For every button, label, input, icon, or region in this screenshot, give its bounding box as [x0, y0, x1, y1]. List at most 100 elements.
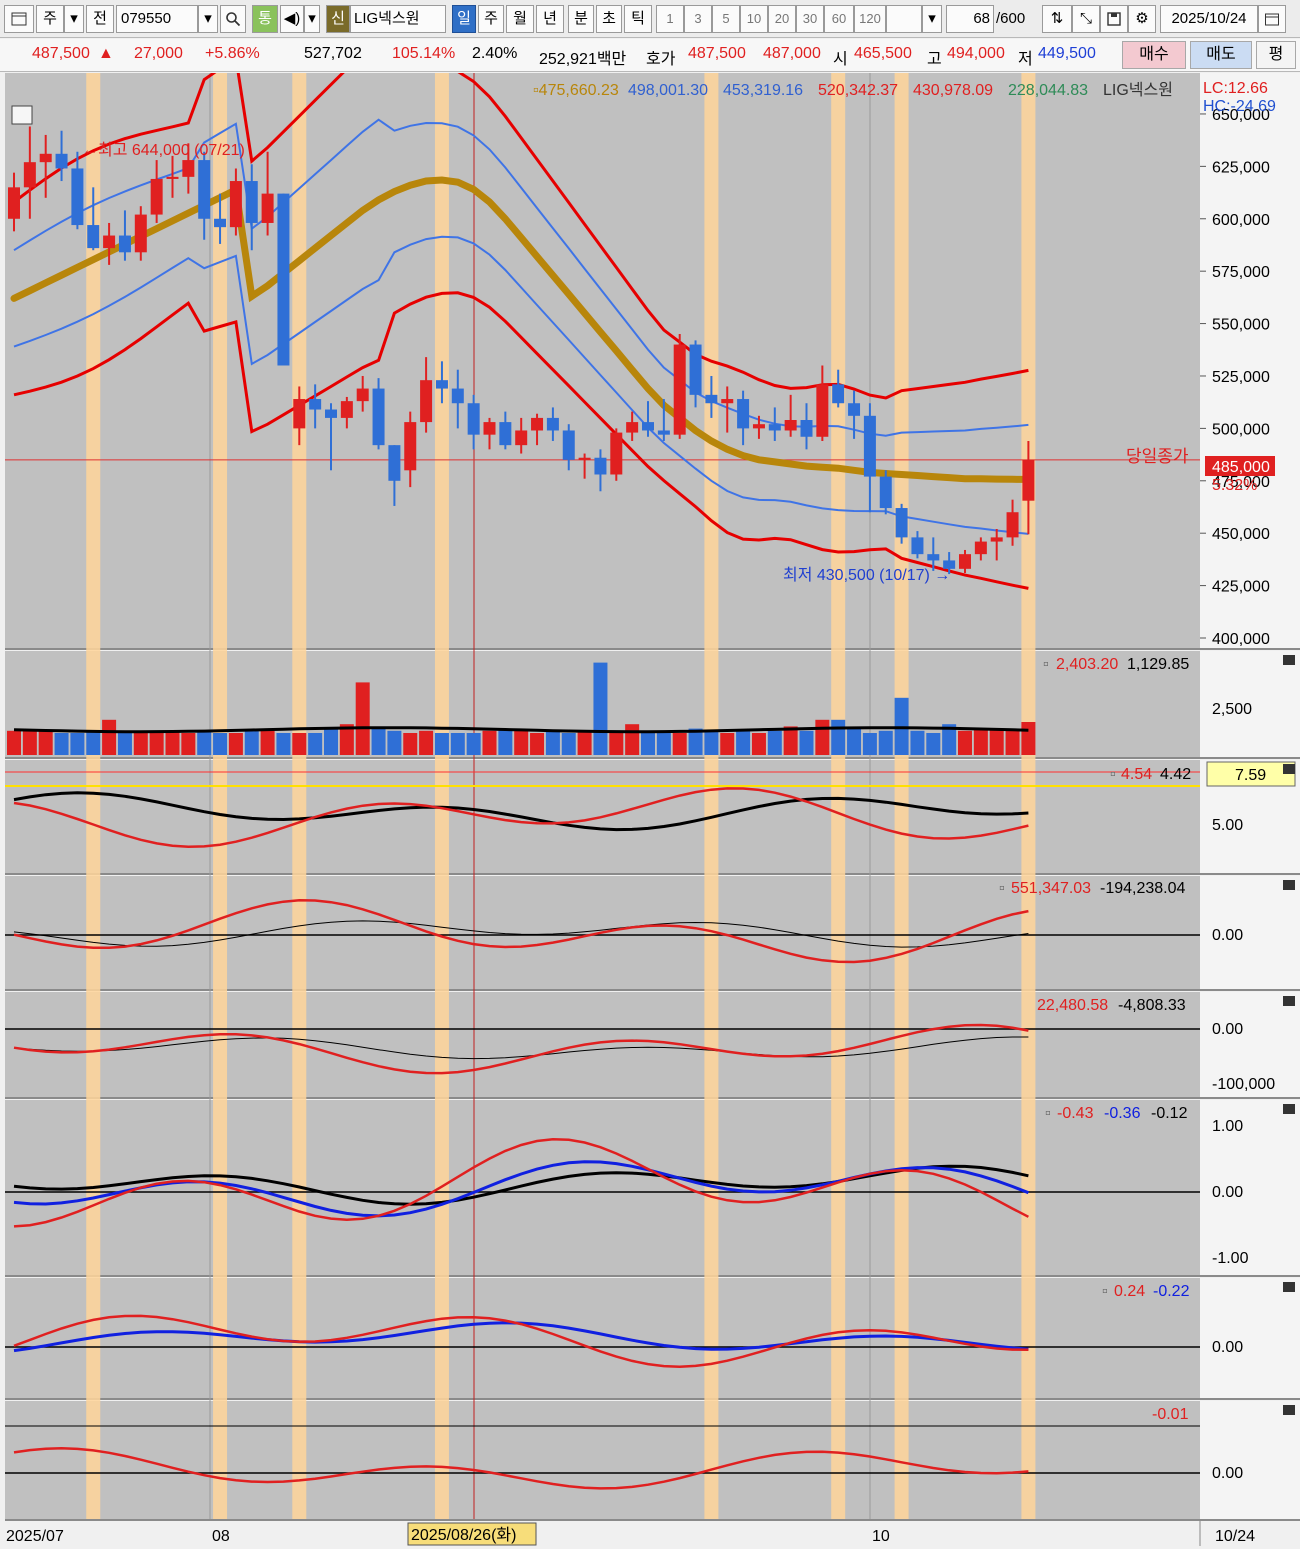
interval-30[interactable]: 30 [796, 5, 824, 33]
volume-bar [403, 733, 418, 755]
volume-bar [22, 730, 37, 755]
date-input[interactable]: 2025/10/24 [1160, 5, 1258, 33]
interval-60[interactable]: 60 [824, 5, 854, 33]
volume-bar [228, 733, 243, 755]
volume-bar [355, 682, 370, 755]
candle-body [594, 457, 607, 475]
panel-ind5[interactable] [5, 1278, 1200, 1398]
change-arrow: ▲ [98, 45, 114, 62]
panel-ind3[interactable] [5, 992, 1200, 1097]
avg-button[interactable]: 평 [1256, 41, 1296, 69]
candle-body [515, 430, 528, 446]
interval-1[interactable]: 1 [656, 5, 684, 33]
code-input[interactable]: 079550 [116, 5, 198, 33]
save-icon[interactable] [1100, 5, 1128, 33]
tong-button[interactable]: 통 [252, 5, 278, 33]
candle-body [737, 399, 750, 429]
interval-3[interactable]: 3 [684, 5, 712, 33]
candle-body [546, 417, 559, 431]
panel-main[interactable] [5, 73, 1200, 648]
ind1-legend-b: 4.42 [1160, 766, 1191, 783]
panel-close-icon[interactable] [1283, 996, 1295, 1006]
lc-label: LC:12.66 [1203, 80, 1268, 97]
period-year[interactable]: 년 [536, 5, 564, 33]
buy-button[interactable]: 매수 [1122, 41, 1186, 69]
y-axis-label: 0.00 [1212, 1465, 1243, 1482]
ind2-legend-b: -194,238.04 [1100, 880, 1186, 897]
period-tick[interactable]: 틱 [624, 5, 652, 33]
code-dropdown-icon[interactable]: ▾ [198, 5, 218, 33]
chart-area[interactable]: 650,000 625,000 600,000 575,000 550,000 525,0… [0, 37, 1300, 1546]
speaker-dropdown-icon[interactable]: ▾ [304, 5, 320, 33]
panel-close-icon[interactable] [1283, 1104, 1295, 1114]
volume-bar [736, 730, 751, 755]
candle-body [198, 160, 211, 219]
interval-10[interactable]: 10 [740, 5, 768, 33]
volume-bar [133, 733, 148, 755]
volume-bar [371, 728, 386, 755]
candle-body [800, 420, 813, 437]
interval-20[interactable]: 20 [768, 5, 796, 33]
hc-label: HC:-24.69 [1203, 98, 1276, 115]
volume-legend-b: 1,129.85 [1127, 656, 1189, 673]
gear-icon[interactable]: ⚙ [1128, 5, 1156, 33]
volume-bar [672, 733, 687, 755]
candle-body [689, 344, 702, 395]
market-dropdown-icon[interactable]: ▾ [64, 5, 84, 33]
volume-bar [149, 733, 164, 755]
low-price: 449,500 [1038, 45, 1096, 62]
period-minute[interactable]: 분 [568, 5, 594, 33]
panel-close-icon[interactable] [1283, 1282, 1295, 1292]
volume-bar [625, 724, 640, 755]
y-axis-label: 425,000 [1212, 579, 1270, 596]
candle-body [372, 388, 385, 446]
panel-ind4[interactable] [5, 1100, 1200, 1275]
volume-bar [514, 730, 529, 755]
volume-bar [783, 726, 798, 755]
chart-tool-icon[interactable]: ⤡ [1072, 5, 1100, 33]
open-label: 시 [833, 51, 848, 68]
candle-body [103, 235, 116, 249]
low-label: 저 [1018, 51, 1033, 68]
period-week[interactable]: 주 [478, 5, 504, 33]
calendar-icon[interactable] [1258, 5, 1286, 33]
period-month[interactable]: 월 [506, 5, 534, 33]
volume-bar [1005, 730, 1020, 755]
ind4-legend-a: -0.43 [1057, 1105, 1094, 1122]
prev-select[interactable]: 전 [86, 5, 114, 33]
candle-body [483, 422, 496, 435]
market-select[interactable]: 주 [36, 5, 64, 33]
search-icon[interactable] [220, 5, 246, 33]
panel-close-icon[interactable] [1283, 764, 1295, 774]
stock-name[interactable]: LIG넥스원 [350, 5, 446, 33]
candle-body [293, 399, 306, 429]
chart-compare-icon[interactable]: ⇅ [1042, 5, 1072, 33]
period-second[interactable]: 초 [596, 5, 622, 33]
main-legend-item: 453,319.16 [723, 82, 803, 99]
panel-close-icon[interactable] [1283, 1405, 1295, 1415]
candle-body [927, 554, 940, 561]
speaker-icon[interactable]: ◀) [280, 5, 304, 33]
legend-marker: ▫ [999, 880, 1005, 897]
period-day[interactable]: 일 [452, 5, 476, 33]
candle-body [832, 384, 845, 404]
candle-body [721, 399, 734, 404]
quote-bar: 487,500 ▲ 27,000 +5.86% 527,702 105.14% … [0, 39, 1300, 72]
panel-close-icon[interactable] [1283, 655, 1295, 665]
candle-body [55, 153, 68, 169]
interval-5[interactable]: 5 [712, 5, 740, 33]
sell-button[interactable]: 매도 [1190, 41, 1252, 69]
min-annotation: 최저 430,500 (10/17) → [783, 566, 950, 584]
interval-120[interactable]: 120 [854, 5, 886, 33]
y-axis-label: 0.00 [1212, 1021, 1243, 1038]
candle-body [261, 193, 274, 223]
candle-body [150, 178, 163, 215]
window-icon[interactable] [4, 5, 34, 33]
panel-close-icon[interactable] [1283, 880, 1295, 890]
interval-custom[interactable] [886, 5, 922, 33]
interval-dropdown-icon[interactable]: ▾ [922, 5, 942, 33]
count-input[interactable]: 68 [946, 5, 994, 33]
grid-toggle-icon[interactable] [11, 105, 33, 125]
panel-ind6[interactable] [5, 1401, 1200, 1519]
price-change-pct: +5.86% [205, 45, 260, 62]
